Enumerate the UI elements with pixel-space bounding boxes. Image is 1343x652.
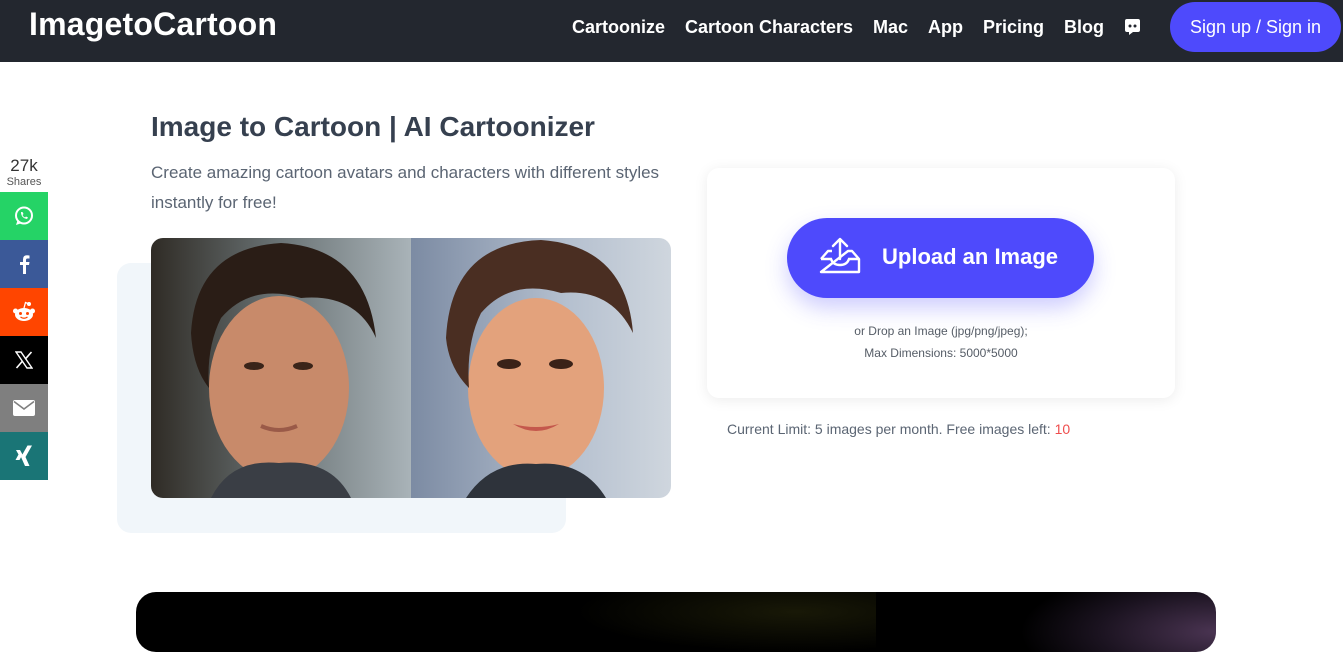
upload-instructions: or Drop an Image (jpg/png/jpeg); Max Dim… [707,320,1175,364]
site-header: ImagetoCartoon Cartoonize Cartoon Charac… [0,0,1343,62]
page-title: Image to Cartoon | AI Cartoonizer [151,111,595,142]
upload-button-label: Upload an Image [882,244,1059,269]
share-reddit-button[interactable] [0,288,48,336]
page-subtitle: Create amazing cartoon avatars and chara… [151,163,660,212]
usage-limit: Current Limit: 5 images per month. Free … [727,421,1070,437]
upload-image-button[interactable]: Upload an Image [787,218,1094,298]
nav-blog[interactable]: Blog [1064,17,1104,38]
nav-cartoon-characters[interactable]: Cartoon Characters [685,17,853,38]
reddit-icon [13,301,35,321]
banner-glow [276,592,876,652]
free-images-left: 10 [1054,421,1071,437]
email-icon [13,400,35,416]
whatsapp-icon [15,206,33,225]
before-after-image [151,238,671,498]
discord-icon[interactable] [1124,18,1141,35]
promo-banner [136,592,1216,652]
facebook-icon [20,255,30,274]
signin-button[interactable]: Sign up / Sign in [1170,2,1341,52]
nav-pricing[interactable]: Pricing [983,17,1044,38]
nav-cartoonize[interactable]: Cartoonize [572,17,665,38]
max-dimensions: Max Dimensions: 5000*5000 [864,346,1018,360]
share-xing-button[interactable] [0,432,48,480]
main-nav: Cartoonize Cartoon Characters Mac App Pr… [0,17,1343,37]
xing-icon [15,445,32,466]
x-icon [15,351,33,369]
share-email-button[interactable] [0,384,48,432]
nav-mac[interactable]: Mac [873,17,908,38]
share-count: 27k [10,156,38,175]
share-count-label: Shares [6,176,42,188]
usage-limit-text: Current Limit: 5 images per month. Free … [727,421,1055,437]
nav-app[interactable]: App [928,17,963,38]
share-x-button[interactable] [0,336,48,384]
upload-tray-icon [818,237,862,280]
drop-hint: or Drop an Image (jpg/png/jpeg); [854,324,1028,338]
share-whatsapp-button[interactable] [0,192,48,240]
share-counter: 27k Shares [0,156,48,188]
share-facebook-button[interactable] [0,240,48,288]
